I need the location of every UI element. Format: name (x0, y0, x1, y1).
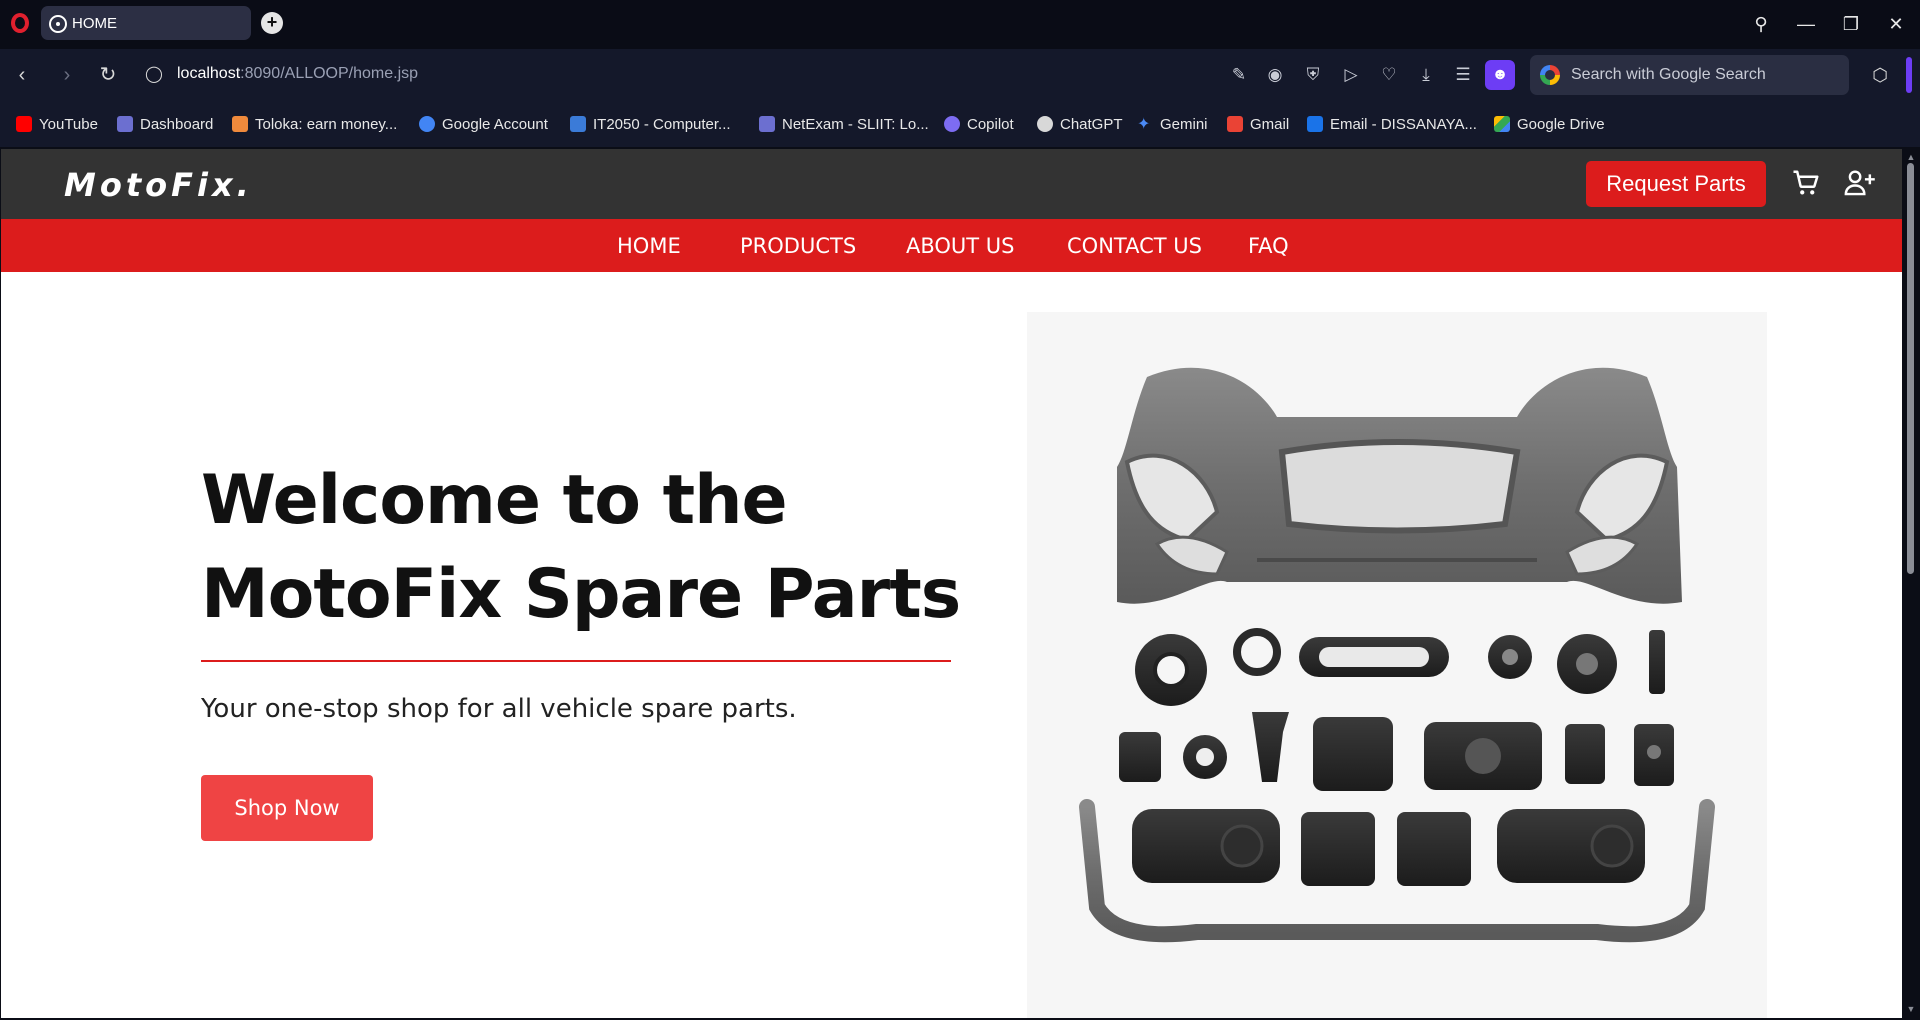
toloka-icon (232, 116, 248, 132)
bookmark-it2050[interactable]: IT2050 - Computer... (570, 113, 731, 135)
back-icon[interactable]: ‹ (10, 63, 34, 87)
site-header: MotoFix. Request Parts (1, 149, 1902, 219)
dashboard-icon (117, 116, 133, 132)
nav-products[interactable]: PRODUCTS (740, 234, 856, 258)
tab-title: HOME (72, 15, 117, 32)
camera-icon[interactable]: ◉ (1263, 63, 1287, 87)
download-icon[interactable]: ⤓ (1414, 63, 1438, 87)
spare-parts-image (1027, 312, 1767, 1018)
browser-titlebar: HOME + ⚲ — ❐ ✕ (0, 0, 1920, 49)
bookmark-gemini[interactable]: ✦ Gemini (1137, 113, 1208, 135)
google-logo-icon (1540, 65, 1560, 85)
hero-title: Welcome to the MotoFix Spare Parts (201, 454, 981, 642)
google-account-icon (419, 116, 435, 132)
tab-home[interactable]: HOME (41, 6, 251, 40)
page-scrollbar[interactable]: ▲ ▼ (1904, 149, 1918, 1018)
tab-favicon-icon (49, 15, 67, 33)
bookmarks-bar: YouTube Dashboard Toloka: earn money... … (0, 101, 1920, 147)
scroll-thumb[interactable] (1907, 163, 1914, 574)
classroom-icon (570, 116, 586, 132)
bookmark-google-drive[interactable]: Google Drive (1494, 113, 1605, 135)
search-placeholder: Search with Google Search (1571, 66, 1766, 83)
cart-icon[interactable] (1791, 168, 1821, 198)
bookmark-dashboard[interactable]: Dashboard (117, 113, 213, 135)
page-viewport: MotoFix. Request Parts HOME PRODUCTS ABO… (1, 149, 1902, 1018)
scroll-up-icon[interactable]: ▲ (1906, 152, 1916, 162)
extensions-icon[interactable]: ⬡ (1868, 63, 1892, 87)
bookmark-chatgpt[interactable]: ChatGPT (1037, 113, 1123, 135)
heart-icon[interactable]: ♡ (1377, 63, 1401, 87)
nav-faq[interactable]: FAQ (1248, 234, 1289, 258)
site-logo[interactable]: MotoFix. (64, 166, 253, 204)
easy-setup-icon[interactable]: ☰ (1451, 63, 1475, 87)
bookmark-youtube[interactable]: YouTube (16, 113, 98, 135)
site-info-icon[interactable]: ◯ (142, 63, 166, 87)
search-tabs-icon[interactable]: ⚲ (1749, 12, 1773, 36)
google-drive-icon (1494, 116, 1510, 132)
forward-icon[interactable]: › (55, 63, 79, 87)
sidebar-accent (1906, 57, 1912, 93)
profile-icon[interactable]: ☻ (1485, 60, 1515, 90)
shop-now-button[interactable]: Shop Now (201, 775, 373, 841)
request-parts-button[interactable]: Request Parts (1586, 161, 1766, 207)
shield-icon[interactable]: ⛨ (1301, 63, 1325, 87)
bookmark-copilot[interactable]: Copilot (944, 113, 1014, 135)
bookmark-email[interactable]: Email - DISSANAYA... (1307, 113, 1477, 135)
address-toolbar: ‹ › ↻ ◯ localhost:8090/ALLOOP/home.jsp ✎… (0, 49, 1920, 101)
hero-title-line-2: MotoFix Spare Parts (201, 555, 961, 634)
copilot-icon (944, 116, 960, 132)
new-tab-button[interactable]: + (261, 12, 283, 34)
hero-divider (201, 660, 951, 662)
gmail-icon (1227, 116, 1243, 132)
gemini-icon: ✦ (1137, 116, 1151, 133)
youtube-icon (16, 116, 32, 132)
bookmark-toloka[interactable]: Toloka: earn money... (232, 113, 397, 135)
google-search-box[interactable]: Search with Google Search (1530, 55, 1849, 95)
reload-icon[interactable]: ↻ (96, 63, 120, 87)
nav-contact-us[interactable]: CONTACT US (1067, 234, 1202, 258)
hero-title-line-1: Welcome to the (201, 461, 788, 540)
bookmark-netexam[interactable]: NetExam - SLIIT: Lo... (759, 113, 929, 135)
minimize-button[interactable]: — (1794, 12, 1818, 36)
chatgpt-icon (1037, 116, 1053, 132)
netexam-icon (759, 116, 775, 132)
outlook-icon (1307, 116, 1323, 132)
restore-button[interactable]: ❐ (1839, 12, 1863, 36)
nav-about-us[interactable]: ABOUT US (906, 234, 1015, 258)
nav-home[interactable]: HOME (617, 234, 681, 258)
add-user-icon[interactable] (1844, 168, 1876, 198)
hero-subtitle: Your one-stop shop for all vehicle spare… (201, 694, 797, 724)
url-field[interactable]: localhost:8090/ALLOOP/home.jsp (177, 65, 418, 83)
bookmark-gmail[interactable]: Gmail (1227, 113, 1289, 135)
close-window-button[interactable]: ✕ (1884, 12, 1908, 36)
send-icon[interactable]: ▷ (1339, 63, 1363, 87)
scroll-down-icon[interactable]: ▼ (1906, 1004, 1916, 1014)
site-nav: HOME PRODUCTS ABOUT US CONTACT US FAQ (1, 219, 1902, 272)
edit-icon[interactable]: ✎ (1227, 63, 1251, 87)
bookmark-google-account[interactable]: Google Account (419, 113, 548, 135)
opera-logo-icon[interactable] (11, 13, 29, 33)
